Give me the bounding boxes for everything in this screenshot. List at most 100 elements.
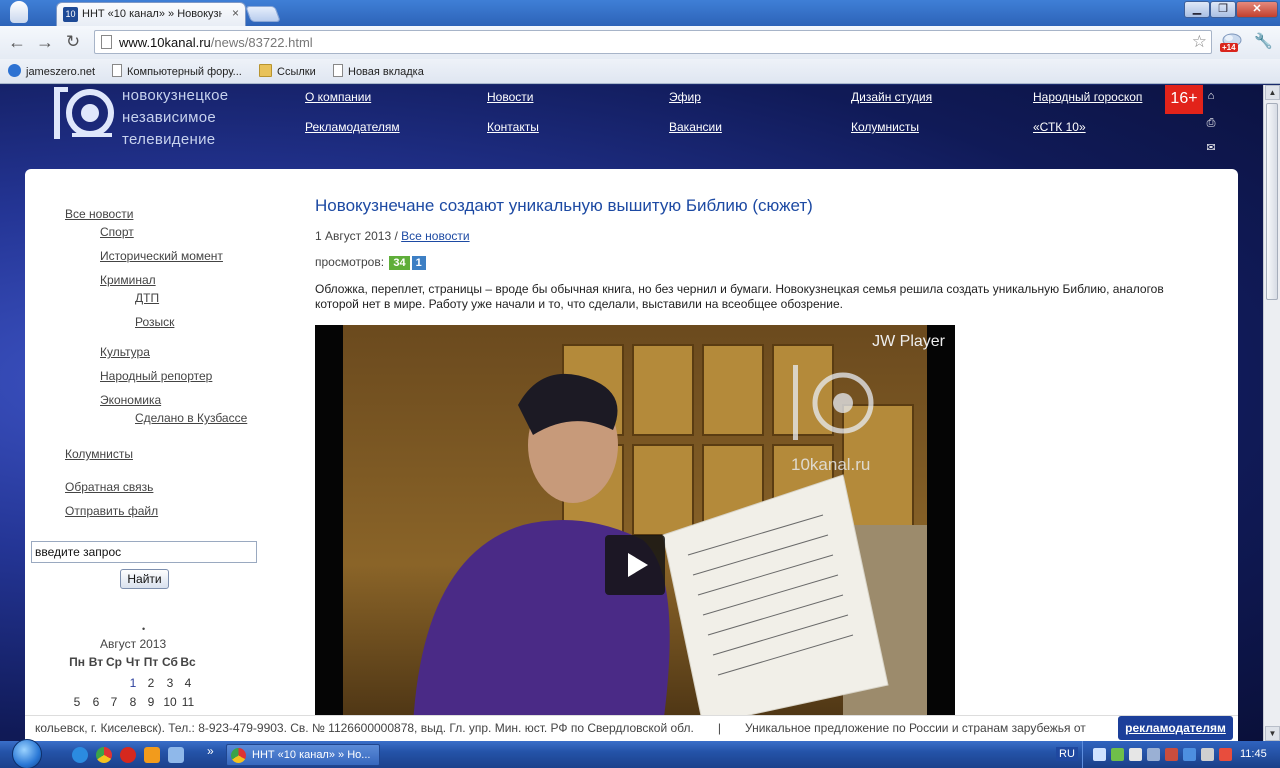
ticker-separator: | [717,721,721,735]
network-icon[interactable] [1093,748,1106,761]
nav-horoscope[interactable]: Народный гороскоп [1033,90,1142,104]
mail-icon[interactable]: ✉ [1204,141,1218,155]
opera-icon[interactable] [120,747,136,763]
address-bar[interactable]: www.10kanal.ru/news/83722.html ☆ [94,30,1212,54]
close-window-button[interactable]: ✕ [1236,1,1278,18]
url-host: www.10kanal.ru [119,35,211,50]
nav-vacancies[interactable]: Вакансии [669,120,722,134]
video-watermark: 10kanal.ru [791,455,870,474]
bookmark-forum[interactable]: Компьютерный фору... [112,64,242,78]
sidebar-item-culture[interactable]: Культура [100,345,150,359]
calendar-day[interactable]: 1 [124,676,142,690]
page-viewport: новокузнецкое независимое телевидение О … [0,85,1263,741]
tray-app-icon[interactable] [1129,748,1142,761]
scroll-up-arrow-icon[interactable]: ▲ [1265,85,1280,100]
minimize-button[interactable]: ▁ [1184,1,1210,18]
language-indicator[interactable]: RU [1056,747,1078,761]
tray-app-icon[interactable] [1147,748,1160,761]
play-button[interactable] [605,535,665,595]
nav-news[interactable]: Новости [487,90,533,104]
bookmark-label: jameszero.net [26,66,96,78]
bookmark-star-icon[interactable]: ☆ [1192,32,1207,52]
bookmark-jameszero[interactable]: jameszero.net [8,64,95,78]
ticker-text: кольевск, г. Киселевск). Тел.: 8-923-479… [35,721,1086,735]
nav-about[interactable]: О компании [305,90,371,104]
tray-app-icon[interactable] [1219,748,1232,761]
taskbar-chrome-window[interactable]: ННТ «10 канал» » Но... [226,744,380,766]
sidebar-item-feedback[interactable]: Обратная связь [65,480,153,494]
calendar-day: 7 [110,695,118,709]
reload-icon[interactable]: ↻ [62,32,84,54]
sidebar-item-sport[interactable]: Спорт [100,225,134,239]
folder-icon [259,64,272,77]
ie-icon[interactable] [72,747,88,763]
chrome-icon[interactable] [96,747,112,763]
video-player[interactable]: 10kanal.ru JW Player [315,325,955,725]
print-icon[interactable]: ⎙ [1204,116,1218,130]
logo-10-icon[interactable] [52,85,114,141]
maximize-button[interactable]: ❐ [1210,1,1236,18]
forward-arrow-icon[interactable]: → [34,32,56,54]
calendar-weekday: Пт [143,655,159,669]
page-icon [333,64,343,77]
volume-icon[interactable] [1201,748,1214,761]
nav-broadcast[interactable]: Эфир [669,90,701,104]
calendar-day: 6 [92,695,100,709]
calendar-day: 5 [73,695,81,709]
calendar-weekday: Чт [125,655,141,669]
tab-active[interactable]: 10 ННТ «10 канал» » Новокузнечане создаю… [56,2,246,26]
scroll-thumb[interactable] [1266,103,1278,300]
sidebar-item-all-news[interactable]: Все новости [65,207,133,221]
browser-tab-bar: 10 ННТ «10 канал» » Новокузнечане создаю… [0,0,1280,26]
back-arrow-icon[interactable]: ← [6,32,28,54]
scroll-down-arrow-icon[interactable]: ▼ [1265,726,1280,741]
search-button[interactable]: Найти [120,569,169,589]
sidebar-item-reporter[interactable]: Народный репортер [100,369,212,383]
tray-app-icon[interactable] [1111,748,1124,761]
sidebar-item-columnists[interactable]: Колумнисты [65,447,133,461]
search-input[interactable] [31,541,257,563]
bookmark-new-tab[interactable]: Новая вкладка [333,64,424,78]
tray-app-icon[interactable] [1165,748,1178,761]
sidebar-item-kuzbass[interactable]: Сделано в Кузбассе [135,411,247,425]
tray-app-icon[interactable] [1183,748,1196,761]
bookmark-favicon-icon [8,64,21,77]
nav-design-studio[interactable]: Дизайн студия [851,90,932,104]
views-today-badge: 1 [411,256,426,270]
show-desktop-icon[interactable] [168,747,184,763]
nav-contacts[interactable]: Контакты [487,120,539,134]
nav-columnists[interactable]: Колумнисты [851,120,919,134]
quicklaunch-more[interactable]: » [207,744,214,758]
home-icon[interactable]: ⌂ [1204,89,1218,103]
calendar-day: 4 [184,676,192,690]
sidebar-item-send-file[interactable]: Отправить файл [65,504,158,518]
sidebar-item-wanted[interactable]: Розыск [135,315,174,329]
advertisers-link[interactable]: рекламодателям [1118,716,1233,740]
calendar-month: Август 2013 [100,637,167,651]
footer-ticker: кольевск, г. Киселевск). Тел.: 8-923-479… [25,715,1238,741]
sidebar-item-economy[interactable]: Экономика [100,393,161,407]
ticker-left: кольевск, г. Киселевск). Тел.: 8-923-479… [35,721,694,735]
bookmark-label: Ссылки [277,66,316,78]
sidebar-item-crime[interactable]: Криминал [100,273,156,287]
content-panel: Все новости Спорт Исторический момент Кр… [25,169,1238,741]
tab-close-icon[interactable]: × [232,6,239,20]
url-text[interactable]: www.10kanal.ru/news/83722.html [119,35,313,50]
sidebar-item-dtp[interactable]: ДТП [135,291,159,305]
browser-toolbar: ← → ↻ www.10kanal.ru/news/83722.html ☆ +… [0,26,1280,59]
nav-stk10[interactable]: «СТК 10» [1033,120,1086,134]
calendar-weekday: Ср [106,655,122,669]
page-scrollbar[interactable]: ▲ ▼ [1263,85,1280,741]
new-tab-button[interactable] [245,6,281,22]
category-link[interactable]: Все новости [401,229,469,243]
clock[interactable]: 11:45 [1240,748,1267,760]
wrench-icon[interactable]: 🔧 [1254,32,1273,50]
bookmark-folder-links[interactable]: Ссылки [259,64,316,78]
sidebar-item-history[interactable]: Исторический момент [100,249,223,263]
start-button[interactable] [12,739,42,768]
browser-user-icon[interactable] [10,1,28,23]
play-icon [628,553,648,577]
article-title: Новокузнечане создают уникальную вышитую… [315,196,813,215]
winamp-icon[interactable] [144,747,160,763]
nav-advertisers[interactable]: Рекламодателям [305,120,400,134]
